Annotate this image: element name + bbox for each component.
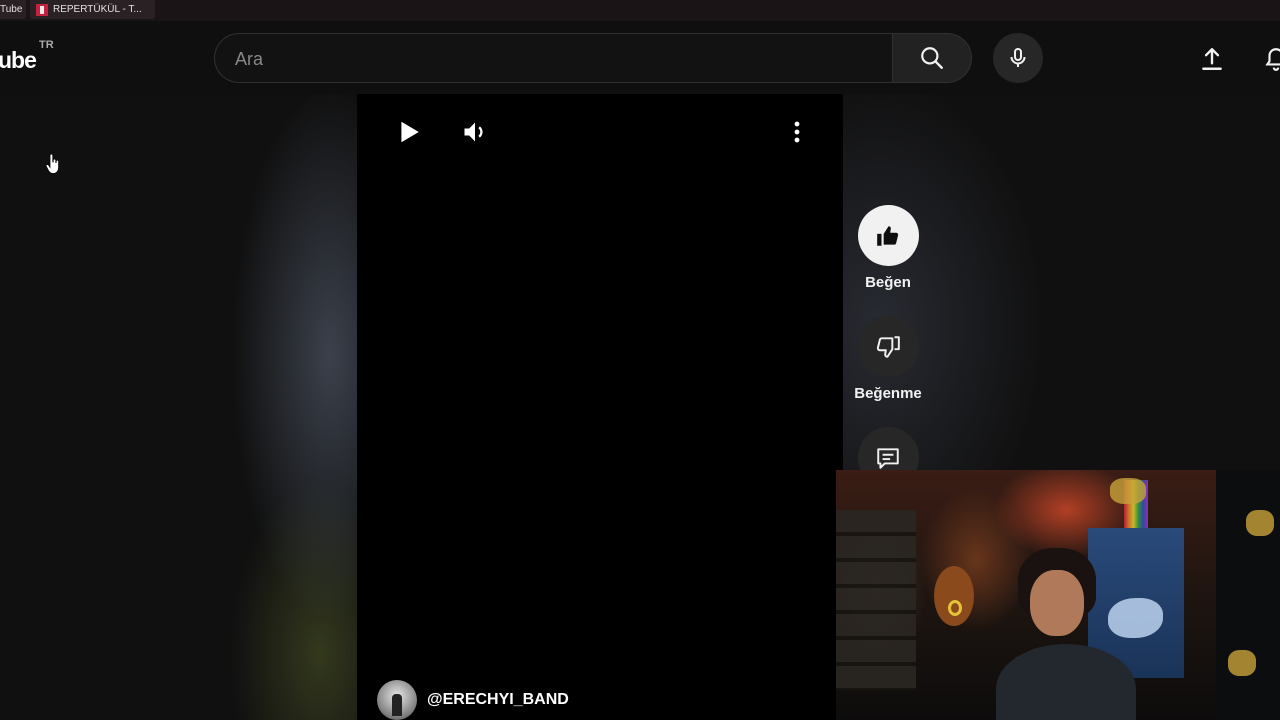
webcam-person bbox=[996, 548, 1136, 720]
dislike-action: Beğenme bbox=[848, 316, 928, 402]
person-face bbox=[1030, 570, 1084, 636]
youtube-logo[interactable]: ube bbox=[0, 47, 37, 74]
channel-avatar[interactable] bbox=[377, 680, 417, 720]
webcam-tapestry bbox=[1216, 470, 1280, 720]
thumbs-up-icon bbox=[877, 225, 899, 246]
play-button[interactable] bbox=[393, 116, 425, 148]
webcam-ornament bbox=[1228, 650, 1256, 676]
tab-label: Tube bbox=[0, 4, 23, 15]
notifications-button[interactable] bbox=[1256, 39, 1280, 79]
channel-link[interactable]: @ERECHYI_BAND bbox=[377, 680, 569, 720]
hand-cursor-icon bbox=[46, 154, 59, 174]
dislike-button[interactable] bbox=[857, 316, 919, 377]
webcam-ornament bbox=[1246, 510, 1274, 536]
thumbs-down-icon bbox=[876, 335, 900, 358]
webcam-overlay bbox=[836, 470, 1280, 720]
dislike-label: Beğenme bbox=[854, 385, 922, 402]
volume-icon bbox=[464, 122, 483, 142]
mute-button[interactable] bbox=[459, 116, 491, 148]
browser-tab[interactable]: Tube bbox=[0, 0, 26, 19]
search-button[interactable] bbox=[892, 33, 972, 83]
like-action: Beğen bbox=[848, 205, 928, 291]
create-button[interactable] bbox=[1192, 39, 1232, 79]
more-options-button[interactable] bbox=[785, 116, 809, 148]
upload-icon bbox=[1202, 48, 1222, 70]
site-favicon-icon bbox=[36, 3, 48, 16]
channel-handle[interactable]: @ERECHYI_BAND bbox=[427, 691, 569, 709]
play-icon bbox=[401, 121, 419, 143]
like-button[interactable] bbox=[857, 205, 919, 266]
like-label: Beğen bbox=[865, 274, 911, 291]
browser-tab-strip: Tube REPERTÜKÜL - T... bbox=[0, 0, 1280, 21]
search-icon bbox=[921, 47, 943, 69]
comment-icon bbox=[877, 447, 899, 469]
bell-icon bbox=[1265, 48, 1280, 71]
shorts-player[interactable]: @ERECHYI_BAND bbox=[357, 94, 843, 720]
tab-label: REPERTÜKÜL - T... bbox=[53, 4, 142, 15]
webcam-ornament bbox=[1110, 478, 1146, 504]
webcam-shelf bbox=[836, 510, 916, 690]
webcam-instrument bbox=[934, 566, 974, 626]
mic-icon bbox=[1010, 48, 1026, 67]
search-input[interactable] bbox=[235, 47, 855, 71]
more-vert-icon bbox=[794, 121, 800, 143]
person-body bbox=[996, 644, 1136, 720]
search-box bbox=[214, 33, 892, 83]
voice-search-button[interactable] bbox=[993, 33, 1043, 83]
browser-tab[interactable]: REPERTÜKÜL - T... bbox=[30, 0, 155, 19]
country-code: TR bbox=[39, 39, 54, 51]
masthead: ube TR bbox=[0, 21, 1280, 94]
webcam-earring bbox=[948, 600, 962, 616]
